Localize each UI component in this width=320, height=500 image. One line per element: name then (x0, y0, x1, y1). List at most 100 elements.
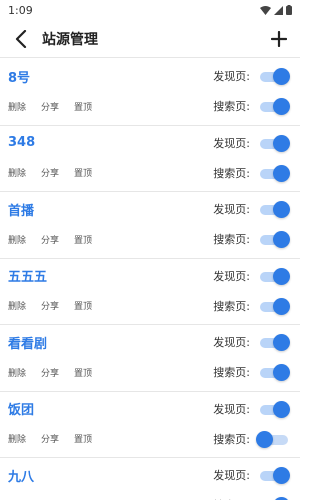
source-name[interactable]: 8号 (8, 67, 213, 86)
source-name[interactable]: 首播 (8, 200, 213, 219)
search-toggle[interactable] (260, 231, 290, 248)
search-toggle[interactable] (256, 430, 288, 448)
share-button[interactable]: 分享 (41, 166, 59, 179)
status-bar: 1:09 (0, 0, 300, 20)
plus-icon (271, 30, 287, 47)
source-row-top: 348 发现页: (0, 128, 300, 158)
discover-label: 发现页: (213, 203, 250, 216)
search-toggle-thumb (256, 430, 273, 448)
discover-toggle-thumb (273, 201, 290, 218)
source-name[interactable]: 五五五 (8, 266, 213, 285)
page-title: 站源管理 (42, 31, 98, 48)
delete-button[interactable]: 删除 (8, 432, 26, 445)
source-row-top: 五五五 发现页: (0, 261, 300, 291)
back-button[interactable] (8, 26, 34, 52)
status-icons (260, 5, 292, 15)
source-row-bottom: 删除 分享 置顶 搜索页: (0, 291, 300, 321)
share-button[interactable]: 分享 (41, 432, 59, 445)
add-source-button[interactable] (266, 26, 292, 52)
share-button[interactable]: 分享 (41, 233, 59, 246)
source-item: 首播 发现页: 删除 分享 置顶 搜索页: (0, 192, 300, 259)
search-label: 搜索页: (213, 432, 250, 446)
source-actions: 删除 分享 置顶 (8, 166, 213, 179)
pin-button[interactable]: 置顶 (74, 100, 92, 113)
delete-button[interactable]: 删除 (8, 299, 26, 312)
battery-icon (286, 5, 292, 15)
source-name[interactable]: 九八 (8, 466, 213, 485)
discover-label: 发现页: (213, 70, 250, 83)
wifi-icon (260, 5, 271, 15)
discover-toggle[interactable] (260, 201, 290, 218)
search-toggle-thumb (273, 231, 290, 248)
source-name[interactable]: 看看剧 (8, 333, 213, 352)
source-actions: 删除 分享 置顶 (8, 366, 213, 379)
search-toggle-thumb (273, 98, 290, 115)
source-row-top: 8号 发现页: (0, 61, 300, 91)
search-toggle-thumb (273, 297, 290, 315)
source-list: 8号 发现页: 删除 分享 置顶 搜索页: 348 发现页: 删除 分享 置顶 … (0, 59, 300, 500)
share-button[interactable]: 分享 (41, 299, 59, 312)
source-row-top: 饭团 发现页: (0, 394, 300, 424)
source-actions: 删除 分享 置顶 (8, 299, 213, 312)
app-bar: 站源管理 (0, 20, 300, 58)
search-toggle-thumb (273, 164, 290, 182)
source-item: 五五五 发现页: 删除 分享 置顶 搜索页: (0, 259, 300, 325)
share-button[interactable]: 分享 (41, 100, 59, 113)
source-item: 看看剧 发现页: 删除 分享 置顶 搜索页: (0, 325, 300, 392)
search-toggle-thumb (273, 364, 290, 381)
source-row-top: 九八 发现页: (0, 460, 300, 490)
discover-toggle-thumb (273, 267, 290, 285)
signal-icon (274, 5, 283, 15)
pin-button[interactable]: 置顶 (74, 432, 92, 445)
discover-toggle-thumb (273, 334, 290, 351)
pin-button[interactable]: 置顶 (74, 299, 92, 312)
source-item: 饭团 发现页: 删除 分享 置顶 搜索页: (0, 392, 300, 458)
discover-label: 发现页: (213, 136, 250, 150)
status-time: 1:09 (8, 3, 33, 17)
discover-toggle[interactable] (260, 68, 290, 85)
search-label: 搜索页: (213, 166, 250, 180)
discover-toggle[interactable] (260, 334, 290, 351)
discover-toggle[interactable] (260, 267, 290, 285)
discover-toggle[interactable] (260, 467, 290, 484)
source-item: 348 发现页: 删除 分享 置顶 搜索页: (0, 126, 300, 192)
source-item: 九八 发现页: 删除 分享 置顶 搜索页: (0, 458, 300, 500)
discover-toggle-thumb (273, 134, 290, 152)
pin-button[interactable]: 置顶 (74, 166, 92, 179)
source-row-bottom: 删除 分享 置顶 搜索页: (0, 224, 300, 254)
discover-toggle-thumb (273, 467, 290, 484)
discover-toggle[interactable] (260, 400, 290, 418)
source-actions: 删除 分享 置顶 (8, 233, 213, 246)
discover-label: 发现页: (213, 336, 250, 349)
pin-button[interactable]: 置顶 (74, 233, 92, 246)
source-actions: 删除 分享 置顶 (8, 100, 213, 113)
discover-label: 发现页: (213, 269, 250, 283)
source-actions: 删除 分享 置顶 (8, 432, 213, 445)
back-arrow-icon (15, 29, 27, 48)
source-row-top: 看看剧 发现页: (0, 327, 300, 357)
search-label: 搜索页: (213, 299, 250, 313)
source-row-bottom: 删除 分享 置顶 搜索页: (0, 424, 300, 454)
share-button[interactable]: 分享 (41, 366, 59, 379)
delete-button[interactable]: 删除 (8, 166, 26, 179)
search-label: 搜索页: (213, 233, 250, 246)
source-row-bottom: 删除 分享 置顶 搜索页: (0, 357, 300, 387)
search-label: 搜索页: (213, 100, 250, 113)
source-row-top: 首播 发现页: (0, 194, 300, 224)
delete-button[interactable]: 删除 (8, 233, 26, 246)
search-toggle[interactable] (260, 297, 290, 315)
delete-button[interactable]: 删除 (8, 366, 26, 379)
source-row-bottom: 删除 分享 置顶 搜索页: (0, 91, 300, 121)
source-row-bottom: 删除 分享 置顶 搜索页: (0, 158, 300, 188)
discover-label: 发现页: (213, 469, 250, 482)
source-name[interactable]: 饭团 (8, 399, 213, 418)
delete-button[interactable]: 删除 (8, 100, 26, 113)
search-toggle[interactable] (260, 364, 290, 381)
discover-toggle[interactable] (260, 134, 290, 152)
search-toggle[interactable] (260, 164, 290, 182)
search-toggle[interactable] (260, 98, 290, 115)
source-name[interactable]: 348 (8, 135, 213, 150)
discover-label: 发现页: (213, 402, 250, 416)
pin-button[interactable]: 置顶 (74, 366, 92, 379)
search-label: 搜索页: (213, 366, 250, 379)
